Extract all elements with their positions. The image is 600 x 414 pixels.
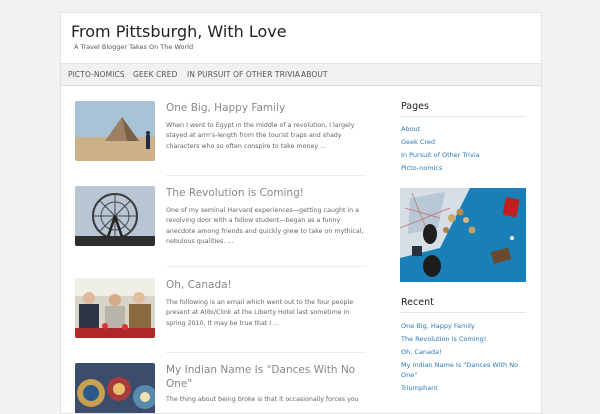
friends-photo-image [75, 278, 155, 338]
widget-divider [400, 116, 526, 117]
sidebar-page-about[interactable]: About [401, 125, 420, 133]
indian-decor-image [75, 363, 155, 413]
sidebar-recent-triumphant[interactable]: Triumphant [401, 384, 438, 392]
pyramid-image [75, 101, 155, 161]
sidebar-recent-the-revolution-is-coming[interactable]: The Revolution is Coming! [401, 335, 486, 343]
post-thumbnail-ferris-wheel[interactable] [75, 186, 155, 246]
site-container: From Pittsburgh, With Love A Travel Blog… [60, 12, 542, 414]
post-thumbnail-indian-decor[interactable] [75, 363, 155, 413]
ferris-wheel-image [75, 186, 155, 246]
nav-item-about[interactable]: ABOUT [301, 70, 328, 79]
post-excerpt: One of my seminal Harvard experiences—ge… [166, 207, 364, 246]
site-header: From Pittsburgh, With Love A Travel Blog… [61, 13, 541, 64]
sidebar-map-image[interactable] [400, 188, 526, 282]
sidebar-recent-oh-canada[interactable]: Oh, Canada! [401, 348, 442, 356]
post-title[interactable]: Oh, Canada! [166, 278, 366, 292]
post-excerpt: When I went to Egypt in the middle of a … [166, 122, 355, 150]
widget-divider [400, 312, 526, 313]
post-title[interactable]: My Indian Name Is "Dances With No One" [166, 363, 366, 391]
post-title[interactable]: One Big, Happy Family [166, 101, 366, 115]
sidebar-recent-my-indian-name[interactable]: My Indian Name Is "Dances With No [401, 361, 518, 369]
post-thumbnail-pyramid[interactable] [75, 101, 155, 161]
post-divider [166, 352, 366, 353]
post-excerpt: The following is an email which went out… [166, 299, 354, 327]
sidebar-recent-my-indian-name-cont[interactable]: One" [401, 371, 417, 379]
site-title[interactable]: From Pittsburgh, With Love [71, 22, 287, 41]
post-thumbnail-friends[interactable] [75, 278, 155, 338]
post-divider [166, 266, 366, 267]
sidebar-page-in-pursuit-of-other-trivia[interactable]: In Pursuit of Other Trivia [401, 151, 480, 159]
post-title[interactable]: The Revolution is Coming! [166, 186, 366, 200]
recent-widget-title: Recent [401, 297, 434, 308]
main-navigation: PICTO-NOMICS GEEK CRED IN PURSUIT OF OTH… [61, 64, 541, 86]
post-divider [166, 175, 366, 176]
nav-item-picto-nomics[interactable]: PICTO-NOMICS [68, 70, 125, 79]
nav-item-in-pursuit-of-other-trivia[interactable]: IN PURSUIT OF OTHER TRIVIA [187, 70, 300, 79]
sidebar-page-picto-nomics[interactable]: Picto-nomics [401, 164, 442, 172]
nav-item-geek-cred[interactable]: GEEK CRED [133, 70, 177, 79]
map-coins-image [400, 188, 526, 282]
pages-widget-title: Pages [401, 101, 429, 112]
site-description: A Travel Blogger Takes On The World [74, 43, 194, 51]
sidebar-recent-one-big-happy-family[interactable]: One Big, Happy Family [401, 322, 475, 330]
sidebar-page-geek-cred[interactable]: Geek Cred [401, 138, 435, 146]
post-excerpt: The thing about being broke is that it o… [166, 396, 359, 403]
